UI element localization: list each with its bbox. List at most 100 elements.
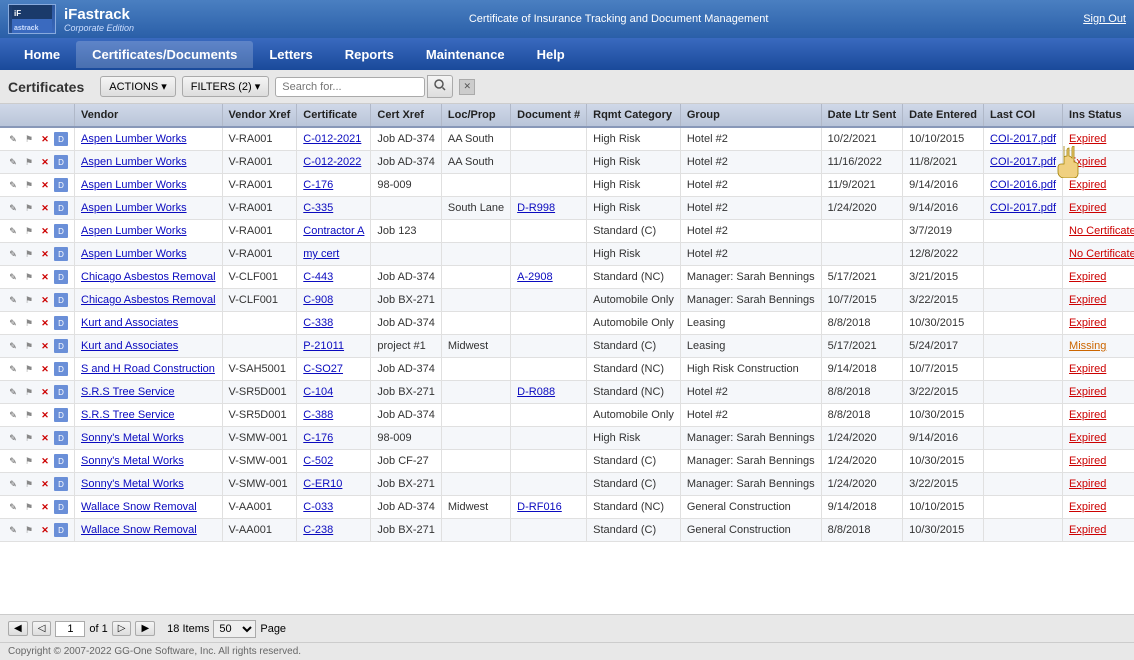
status-badge[interactable]: Expired <box>1069 202 1106 214</box>
nav-home[interactable]: Home <box>8 41 76 68</box>
nav-certificates[interactable]: Certificates/Documents <box>76 41 253 68</box>
document-icon[interactable]: D <box>54 155 68 169</box>
coi-link[interactable]: COI-2017.pdf <box>990 156 1056 168</box>
status-badge[interactable]: Expired <box>1069 179 1106 191</box>
certificate-cell[interactable]: C-176 <box>297 427 371 450</box>
certificate-cell[interactable]: C-012-2021 <box>297 127 371 151</box>
nav-letters[interactable]: Letters <box>253 41 328 68</box>
certificate-link[interactable]: my cert <box>303 248 339 260</box>
certificate-link[interactable]: C-338 <box>303 317 333 329</box>
document-cell[interactable] <box>511 358 587 381</box>
col-cert-xref[interactable]: Cert Xref <box>371 104 441 127</box>
certificate-cell[interactable]: C-012-2022 <box>297 151 371 174</box>
flag-icon[interactable]: ⚑ <box>22 316 36 330</box>
last-coi-cell[interactable] <box>984 427 1063 450</box>
status-badge[interactable]: Expired <box>1069 524 1106 536</box>
document-icon[interactable]: D <box>54 500 68 514</box>
nav-maintenance[interactable]: Maintenance <box>410 41 521 68</box>
certificate-link[interactable]: C-104 <box>303 386 333 398</box>
last-coi-cell[interactable] <box>984 381 1063 404</box>
flag-icon[interactable]: ⚑ <box>22 132 36 146</box>
ins-status-cell[interactable]: Expired <box>1063 519 1134 542</box>
edit-icon[interactable]: ✎ <box>6 454 20 468</box>
vendor-cell[interactable]: S.R.S Tree Service <box>75 381 223 404</box>
ins-status-cell[interactable]: Expired <box>1063 381 1134 404</box>
status-badge[interactable]: Expired <box>1069 363 1106 375</box>
delete-icon[interactable]: ✕ <box>38 132 52 146</box>
vendor-cell[interactable]: Aspen Lumber Works <box>75 127 223 151</box>
certificate-link[interactable]: C-388 <box>303 409 333 421</box>
document-icon[interactable]: D <box>54 408 68 422</box>
document-cell[interactable]: D-R088 <box>511 381 587 404</box>
edit-icon[interactable]: ✎ <box>6 201 20 215</box>
certificate-cell[interactable]: C-SO27 <box>297 358 371 381</box>
ins-status-cell[interactable]: Expired <box>1063 450 1134 473</box>
vendor-link[interactable]: Wallace Snow Removal <box>81 501 197 513</box>
col-loc-prop[interactable]: Loc/Prop <box>441 104 510 127</box>
flag-icon[interactable]: ⚑ <box>22 385 36 399</box>
edit-icon[interactable]: ✎ <box>6 477 20 491</box>
page-prev-button[interactable]: ◁ <box>32 621 52 636</box>
vendor-cell[interactable]: Sonny's Metal Works <box>75 473 223 496</box>
coi-link[interactable]: COI-2016.pdf <box>990 179 1056 191</box>
document-cell[interactable] <box>511 312 587 335</box>
page-last-button[interactable]: ▶ <box>135 621 155 636</box>
delete-icon[interactable]: ✕ <box>38 454 52 468</box>
certificate-cell[interactable]: P-21011 <box>297 335 371 358</box>
ins-status-cell[interactable]: Expired <box>1063 151 1134 174</box>
coi-link[interactable]: COI-2017.pdf <box>990 133 1056 145</box>
last-coi-cell[interactable] <box>984 473 1063 496</box>
last-coi-cell[interactable] <box>984 243 1063 266</box>
vendor-link[interactable]: Wallace Snow Removal <box>81 524 197 536</box>
edit-icon[interactable]: ✎ <box>6 132 20 146</box>
last-coi-cell[interactable] <box>984 335 1063 358</box>
document-cell[interactable] <box>511 289 587 312</box>
ins-status-cell[interactable]: Expired <box>1063 427 1134 450</box>
ins-status-cell[interactable]: Expired <box>1063 266 1134 289</box>
edit-icon[interactable]: ✎ <box>6 385 20 399</box>
edit-icon[interactable]: ✎ <box>6 155 20 169</box>
vendor-link[interactable]: Aspen Lumber Works <box>81 133 187 145</box>
vendor-link[interactable]: Sonny's Metal Works <box>81 478 184 490</box>
edit-icon[interactable]: ✎ <box>6 247 20 261</box>
ins-status-cell[interactable]: Expired <box>1063 312 1134 335</box>
col-date-entered[interactable]: Date Entered <box>903 104 984 127</box>
delete-icon[interactable]: ✕ <box>38 178 52 192</box>
flag-icon[interactable]: ⚑ <box>22 293 36 307</box>
last-coi-cell[interactable] <box>984 220 1063 243</box>
last-coi-cell[interactable]: COI-2016.pdf <box>984 174 1063 197</box>
certificate-link[interactable]: C-ER10 <box>303 478 342 490</box>
document-icon[interactable]: D <box>54 431 68 445</box>
delete-icon[interactable]: ✕ <box>38 201 52 215</box>
edit-icon[interactable]: ✎ <box>6 523 20 537</box>
edit-icon[interactable]: ✎ <box>6 270 20 284</box>
col-date-ltr-sent[interactable]: Date Ltr Sent <box>821 104 902 127</box>
edit-icon[interactable]: ✎ <box>6 178 20 192</box>
delete-icon[interactable]: ✕ <box>38 500 52 514</box>
delete-icon[interactable]: ✕ <box>38 385 52 399</box>
edit-icon[interactable]: ✎ <box>6 362 20 376</box>
document-cell[interactable] <box>511 427 587 450</box>
delete-icon[interactable]: ✕ <box>38 362 52 376</box>
flag-icon[interactable]: ⚑ <box>22 523 36 537</box>
nav-reports[interactable]: Reports <box>329 41 410 68</box>
document-cell[interactable] <box>511 174 587 197</box>
vendor-cell[interactable]: Chicago Asbestos Removal <box>75 266 223 289</box>
filters-button[interactable]: FILTERS (2) ▾ <box>182 76 270 97</box>
sign-out-button[interactable]: Sign Out <box>1083 13 1126 25</box>
delete-icon[interactable]: ✕ <box>38 247 52 261</box>
search-clear-button[interactable]: ✕ <box>459 79 475 95</box>
document-icon[interactable]: D <box>54 201 68 215</box>
document-icon[interactable]: D <box>54 316 68 330</box>
document-cell[interactable] <box>511 335 587 358</box>
last-coi-cell[interactable] <box>984 312 1063 335</box>
document-link[interactable]: D-R088 <box>517 386 555 398</box>
status-badge[interactable]: Missing <box>1069 340 1106 352</box>
flag-icon[interactable]: ⚑ <box>22 247 36 261</box>
vendor-cell[interactable]: Wallace Snow Removal <box>75 496 223 519</box>
ins-status-cell[interactable]: Expired <box>1063 127 1134 151</box>
document-link[interactable]: D-R998 <box>517 202 555 214</box>
flag-icon[interactable]: ⚑ <box>22 201 36 215</box>
delete-icon[interactable]: ✕ <box>38 224 52 238</box>
certificate-cell[interactable]: my cert <box>297 243 371 266</box>
